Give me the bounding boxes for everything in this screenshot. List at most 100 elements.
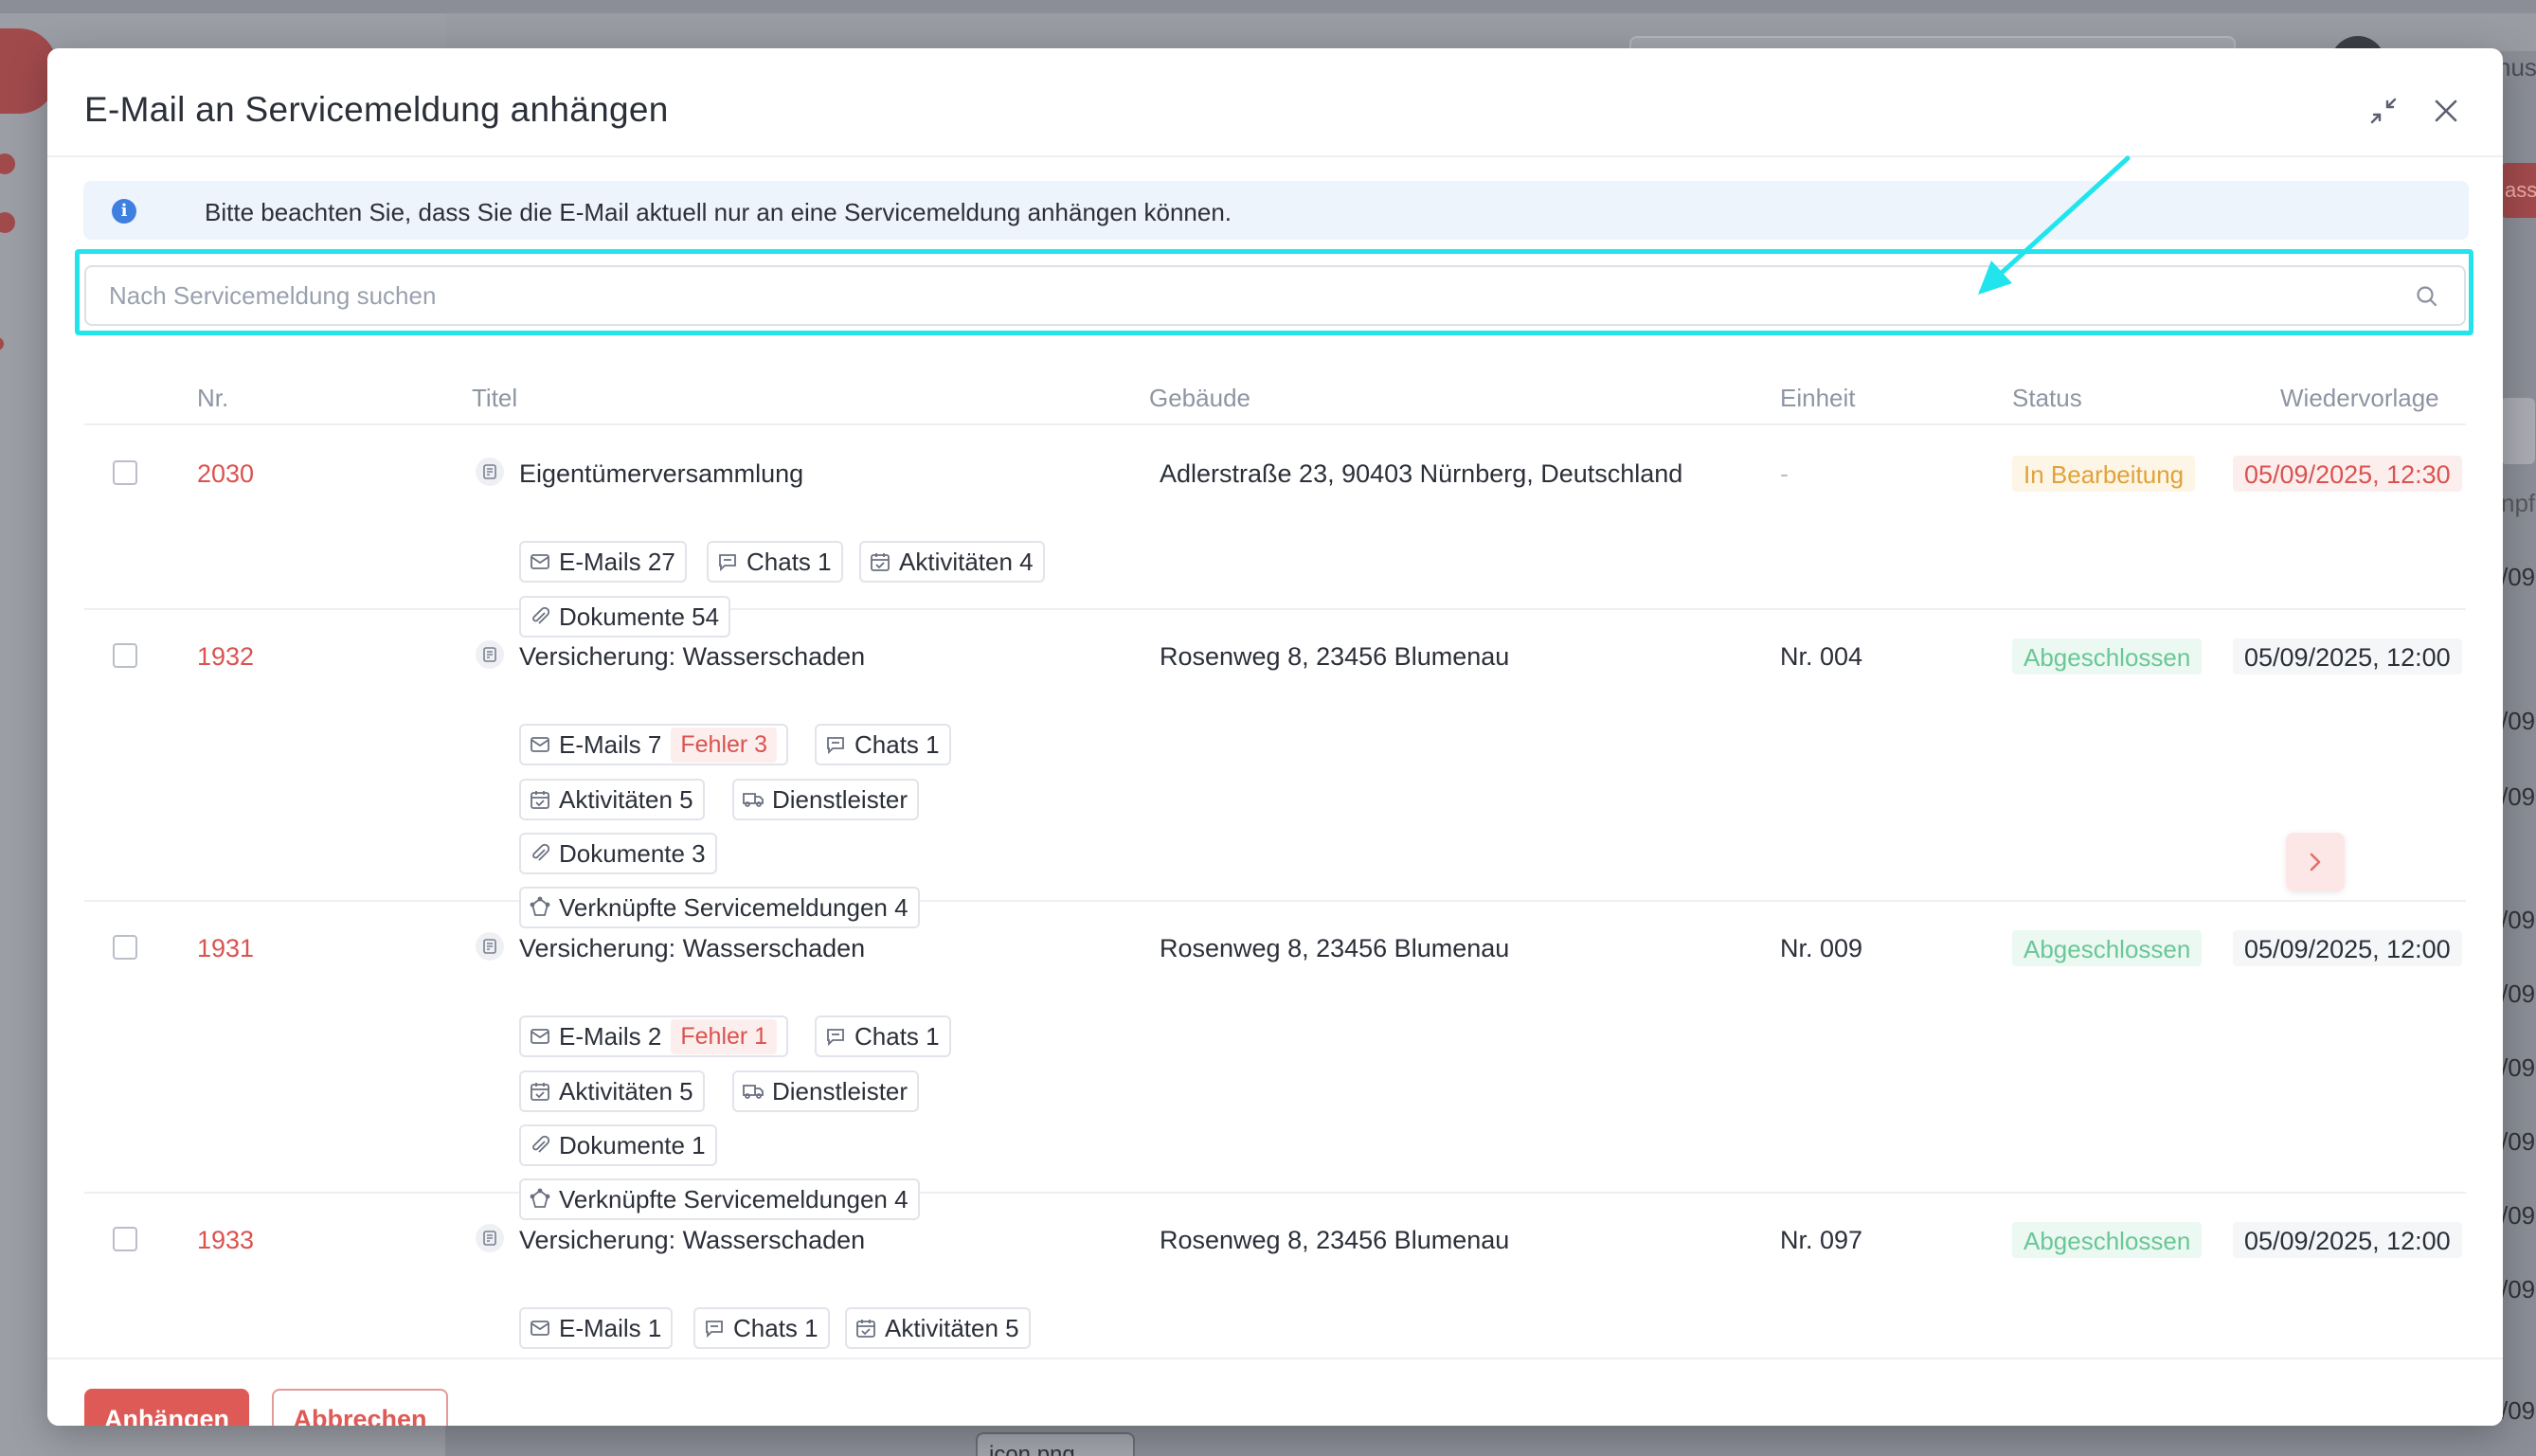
column-header-wiedervorlage: Wiedervorlage [2280, 384, 2439, 412]
truck-icon [743, 1085, 764, 1099]
column-header-gebaeude: Gebäude [1149, 384, 1250, 412]
chats-chip[interactable]: Chats 1 [707, 541, 843, 583]
row-title[interactable]: Versicherung: Wasserschaden [519, 934, 865, 963]
row-number[interactable]: 1931 [197, 934, 254, 963]
due-date-badge: 05/09/2025, 12:30 [2233, 456, 2462, 492]
dokumente-chip[interactable]: Dokumente 1 [519, 1124, 717, 1166]
row-checkbox[interactable] [113, 1227, 137, 1251]
due-date-badge: 05/09/2025, 12:00 [2233, 930, 2462, 966]
attach-button[interactable]: Anhängen [84, 1389, 249, 1426]
background-row-date: /09 [2501, 707, 2536, 735]
background-row-date: /09 [2501, 563, 2536, 591]
row-number[interactable]: 1932 [197, 642, 254, 672]
chip-label: Chats 1 [854, 1021, 940, 1051]
row-unit: Nr. 097 [1780, 1226, 1863, 1254]
row-checkbox[interactable] [113, 935, 137, 960]
chip-label: Aktivitäten 4 [899, 547, 1034, 576]
status-badge: Abgeschlossen [2012, 930, 2203, 966]
background-row-date: /09 [2501, 1201, 2536, 1230]
row-title[interactable]: Versicherung: Wasserschaden [519, 642, 865, 672]
row-checkbox[interactable] [113, 643, 137, 668]
error-badge: Fehler 3 [671, 727, 778, 763]
aktivitaeten-chip[interactable]: Aktivitäten 5 [845, 1307, 1031, 1349]
chip-label: E-Mails 27 [559, 547, 675, 576]
row-title[interactable]: Eigentümerversammlung [519, 459, 803, 489]
truck-icon [743, 793, 764, 807]
mail-icon [531, 554, 549, 569]
row-number[interactable]: 2030 [197, 459, 254, 489]
mail-icon [531, 1321, 549, 1336]
background-row-date: /09 [2501, 1053, 2536, 1082]
chats-chip[interactable]: Chats 1 [815, 724, 951, 765]
table-row[interactable]: 1932 Versicherung: Wasserschaden Rosenwe… [84, 610, 2466, 928]
status-badge: Abgeschlossen [2012, 1222, 2203, 1258]
background-button: ass [2501, 163, 2536, 218]
annotation-arrow-icon [1978, 155, 2131, 295]
table-row[interactable]: 1931 Versicherung: Wasserschaden Rosenwe… [84, 902, 2466, 1220]
paperclip-icon [532, 843, 550, 861]
calendar-check-icon [871, 553, 890, 571]
paperclip-icon [532, 1135, 550, 1153]
report-type-icon [476, 458, 504, 486]
row-address: Rosenweg 8, 23456 Blumenau [1160, 1226, 1510, 1254]
close-icon[interactable] [2427, 92, 2465, 130]
emails-chip[interactable]: E-Mails 27 [519, 541, 687, 583]
aktivitaeten-chip[interactable]: Aktivitäten 4 [859, 541, 1045, 583]
chip-label: E-Mails 7 [559, 729, 662, 759]
row-address: Rosenweg 8, 23456 Blumenau [1160, 642, 1510, 671]
background-row-date: /09 [2501, 782, 2536, 811]
column-header-status: Status [2012, 384, 2082, 412]
info-text: Bitte beachten Sie, dass Sie die E-Mail … [205, 198, 1232, 226]
table-header: Nr. Titel Gebäude Einheit Status Wiederv… [84, 361, 2466, 425]
background-scroll-handle [2501, 398, 2535, 464]
column-header-nr: Nr. [197, 384, 229, 412]
chip-label: Chats 1 [733, 1313, 818, 1342]
next-arrow-button[interactable] [2286, 833, 2345, 891]
row-address: Adlerstraße 23, 90403 Nürnberg, Deutschl… [1160, 459, 1683, 488]
background-row-date: /09 [2501, 1275, 2536, 1303]
row-checkbox[interactable] [113, 460, 137, 485]
row-unit: - [1780, 459, 1789, 488]
report-type-icon [476, 1224, 504, 1252]
aktivitaeten-chip[interactable]: Aktivitäten 5 [519, 779, 705, 820]
chats-chip[interactable]: Chats 1 [693, 1307, 830, 1349]
due-date-badge: 05/09/2025, 12:00 [2233, 638, 2462, 674]
background-column-label: npf [2501, 489, 2536, 517]
row-number[interactable]: 1933 [197, 1226, 254, 1255]
search-icon [2417, 286, 2437, 307]
due-date-badge: 05/09/2025, 12:00 [2233, 1222, 2462, 1258]
table-row[interactable]: 2030 Eigentümerversammlung Adlerstraße 2… [84, 427, 2466, 638]
background-row-date: /09 [2501, 980, 2536, 1008]
dienstleister-chip[interactable]: Dienstleister [732, 779, 920, 820]
background-user-text: hus [2497, 53, 2536, 81]
modal-title: E-Mail an Servicemeldung anhängen [84, 90, 669, 129]
modal-footer: Anhängen Abbrechen [47, 1357, 2503, 1426]
background-row-date: /09 [2501, 1396, 2536, 1425]
mail-icon [531, 737, 549, 752]
chats-chip[interactable]: Chats 1 [815, 1016, 951, 1057]
chat-icon [827, 737, 844, 755]
report-type-icon [476, 640, 504, 669]
dokumente-chip[interactable]: Dokumente 3 [519, 833, 717, 874]
error-badge: Fehler 1 [671, 1018, 778, 1054]
collapse-icon[interactable] [2365, 92, 2402, 130]
emails-chip[interactable]: E-Mails 1 [519, 1307, 674, 1349]
row-title[interactable]: Versicherung: Wasserschaden [519, 1226, 865, 1255]
table-row[interactable]: 1933 Versicherung: Wasserschaden Rosenwe… [84, 1194, 2466, 1356]
chip-label: Dokumente 3 [559, 838, 706, 868]
calendar-check-icon [531, 791, 549, 809]
emails-chip[interactable]: E-Mails 7 Fehler 3 [519, 724, 789, 765]
cancel-button[interactable]: Abbrechen [272, 1389, 448, 1426]
calendar-check-icon [531, 1083, 549, 1101]
column-header-einheit: Einheit [1780, 384, 1856, 412]
chat-icon [827, 1029, 844, 1047]
chip-label: Dienstleister [772, 784, 908, 814]
row-unit: Nr. 009 [1780, 934, 1863, 962]
emails-chip[interactable]: E-Mails 2 Fehler 1 [519, 1016, 789, 1057]
chevron-right-icon [2310, 853, 2321, 872]
chip-label: E-Mails 2 [559, 1021, 662, 1051]
aktivitaeten-chip[interactable]: Aktivitäten 5 [519, 1070, 705, 1112]
chip-label: Dienstleister [772, 1076, 908, 1105]
dienstleister-chip[interactable]: Dienstleister [732, 1070, 920, 1112]
chip-label: Aktivitäten 5 [559, 784, 693, 814]
